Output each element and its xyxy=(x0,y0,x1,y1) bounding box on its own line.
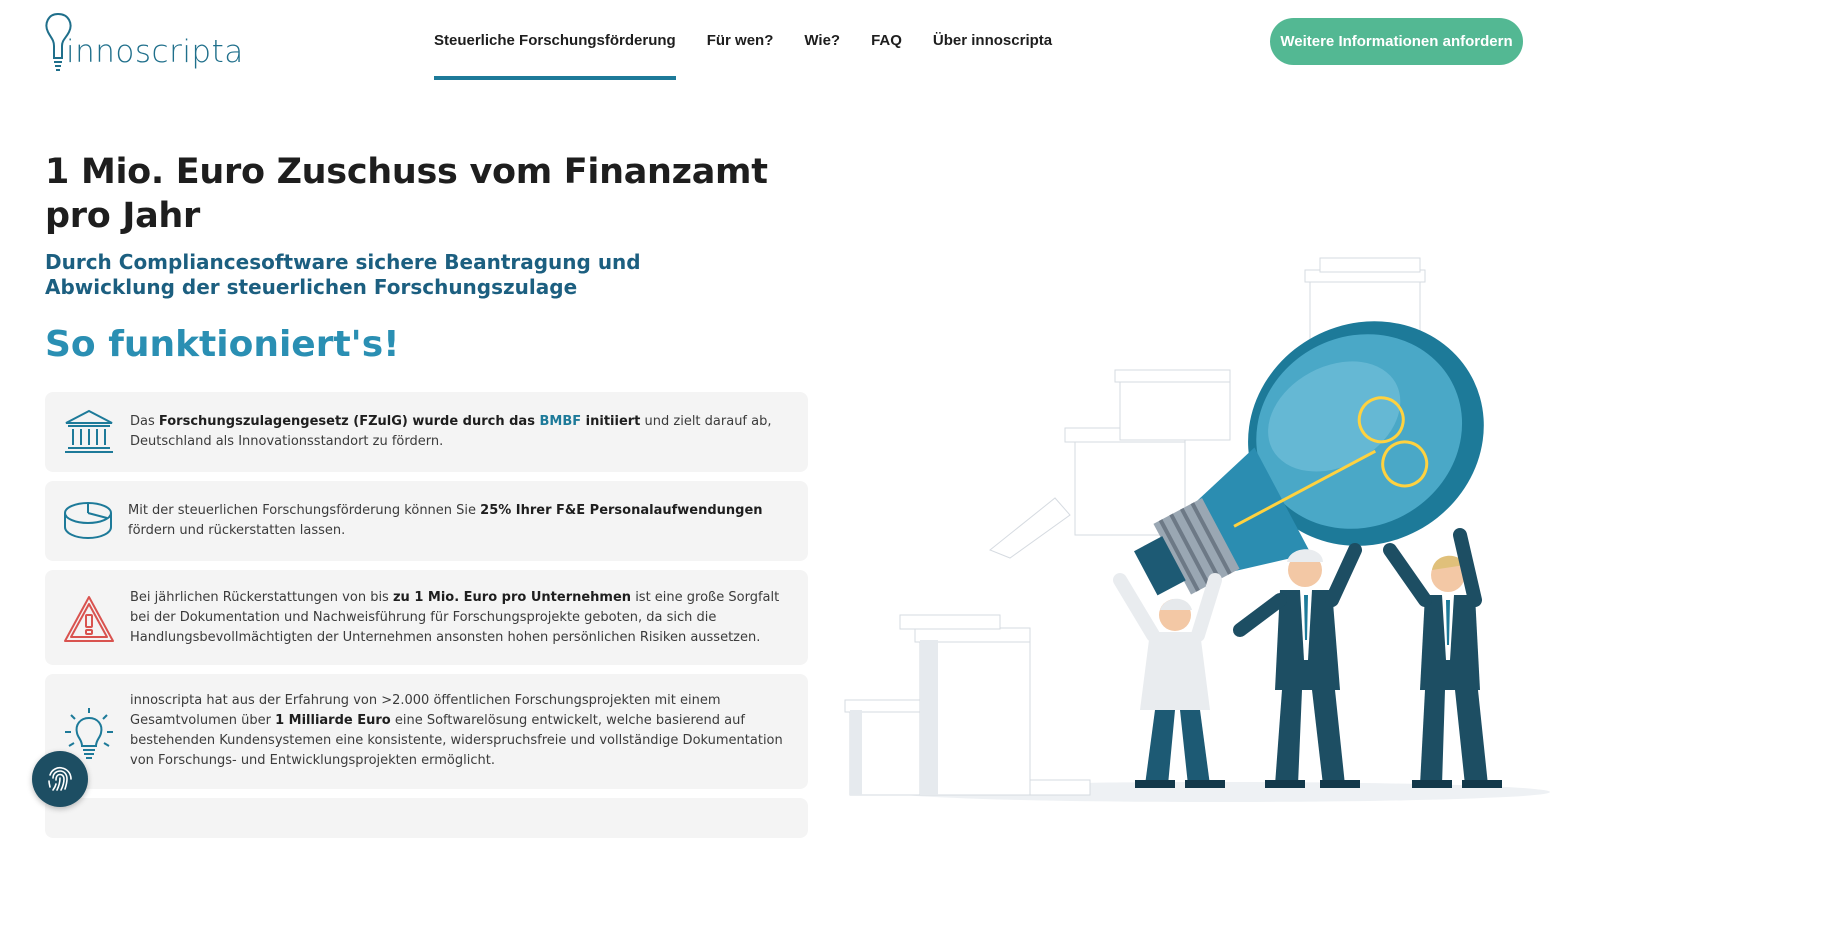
innoscripta-logo[interactable]: innoscripta xyxy=(44,12,243,74)
card-text-part: Das xyxy=(130,414,159,429)
logo-text: innoscripta xyxy=(66,34,244,70)
page-subtitle: Durch Compliancesoftware sichere Beantra… xyxy=(45,250,641,299)
team-lifting-lightbulb-illustration xyxy=(844,257,1550,802)
card-text-bold: zu 1 Mio. Euro pro Unternehmen xyxy=(392,590,632,605)
info-card-personalaufwendungen: Mit der steuerlichen Forschungsförderung… xyxy=(45,481,808,561)
page-title: 1 Mio. Euro Zuschuss vom Finanzamt pro J… xyxy=(45,152,768,236)
info-card-partial xyxy=(45,798,808,838)
card-text-bold: initiiert xyxy=(581,414,641,429)
info-card-softwareloesung: innoscripta hat aus der Erfahrung von >2… xyxy=(45,674,808,789)
card-text: Bei jährlichen Rückerstattungen von bis … xyxy=(130,588,784,648)
nav-item-wie[interactable]: Wie? xyxy=(804,0,840,80)
card-text-bold: 1 Milliarde Euro xyxy=(275,713,391,728)
warning-icon xyxy=(64,596,114,642)
nav-item-ueber-innoscripta[interactable]: Über innoscripta xyxy=(933,0,1052,80)
person-businessman-thumbs-up xyxy=(1233,543,1362,788)
request-info-button[interactable]: Weitere Informationen anfordern xyxy=(1270,18,1523,65)
how-it-works-heading: So funktioniert's! xyxy=(45,324,400,365)
card-text-part: fördern und rückerstatten lassen. xyxy=(128,523,346,538)
nav-item-steuerliche-forschungsfoerderung[interactable]: Steuerliche Forschungsförderung xyxy=(434,0,676,80)
bmbf-highlight: BMBF xyxy=(539,414,582,429)
site-header: innoscripta Steuerliche Forschungsförder… xyxy=(0,0,1828,100)
info-card-risiken: Bei jährlichen Rückerstattungen von bis … xyxy=(45,570,808,665)
fingerprint-icon xyxy=(48,766,72,791)
main-nav: Steuerliche Forschungsförderung Für wen?… xyxy=(434,0,1052,80)
paper-stack-left xyxy=(844,614,1091,796)
card-text: innoscripta hat aus der Erfahrung von >2… xyxy=(130,691,784,771)
card-text: Mit der steuerlichen Forschungsförderung… xyxy=(128,501,784,541)
card-text-part: Mit der steuerlichen Forschungsförderung… xyxy=(128,503,481,518)
nav-item-faq[interactable]: FAQ xyxy=(871,0,902,80)
government-building-icon xyxy=(65,409,113,453)
card-text-bold: 25% Ihrer F&E Personalaufwendungen xyxy=(480,503,763,518)
person-scientist xyxy=(1113,573,1225,788)
pie-chart-icon xyxy=(64,502,112,540)
card-text-bold: Forschungszulagengesetz (FZulG) wurde du… xyxy=(158,414,540,429)
person-businessman-lifting xyxy=(1383,528,1502,788)
nav-item-fuer-wen[interactable]: Für wen? xyxy=(707,0,774,80)
privacy-settings-button[interactable] xyxy=(32,751,88,807)
info-card-fzulg: Das Forschungszulagengesetz (FZulG) wurd… xyxy=(45,392,808,472)
card-text-part: Bei jährlichen Rückerstattungen von bis xyxy=(130,590,393,605)
card-text: Das Forschungszulagengesetz (FZulG) wurd… xyxy=(130,412,784,452)
